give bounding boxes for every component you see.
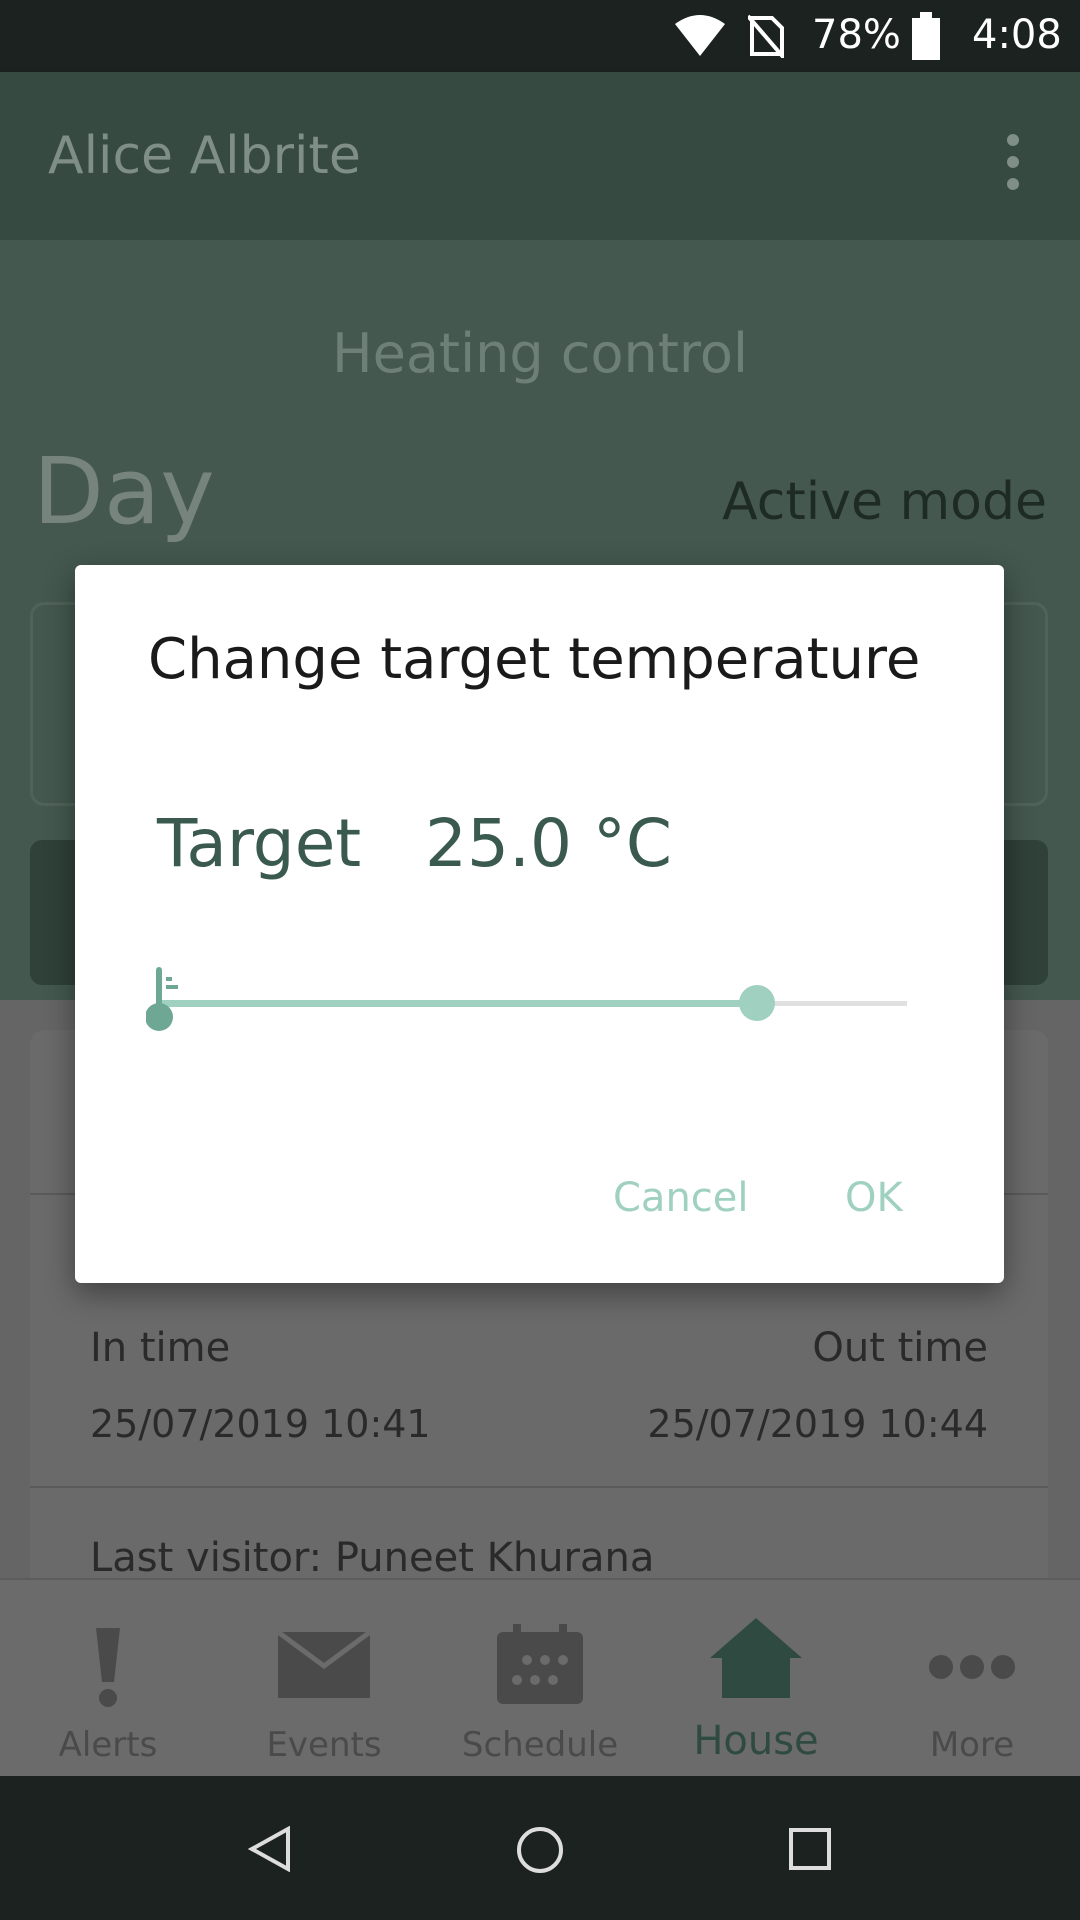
nav-label: House [693,1718,819,1764]
mode-name: Day [33,438,215,545]
app-bar: Alice Albrite [0,72,1080,240]
exclamation-icon [96,1628,120,1707]
target-value: 25.0 °C [425,805,673,882]
battery-percent: 78% [812,12,901,58]
ok-button[interactable]: OK [845,1175,903,1221]
overflow-menu-icon[interactable] [1003,132,1023,192]
nav-more[interactable]: More [864,1580,1080,1778]
battery-icon [912,12,940,60]
nav-events[interactable]: Events [216,1580,432,1778]
more-dots-icon [929,1655,1015,1679]
house-icon [710,1618,802,1698]
nav-label: Events [266,1725,382,1765]
out-time-label: Out time [812,1325,988,1371]
cancel-button[interactable]: Cancel [613,1175,749,1221]
slider-thumb[interactable] [739,985,776,1021]
status-bar: 78% 4:08 [0,0,1080,72]
envelope-icon [278,1632,370,1698]
mode-status: Active mode [722,472,1047,532]
nav-label: More [929,1725,1015,1765]
system-navigation-bar [0,1776,1080,1920]
out-time-value: 25/07/2019 10:44 [647,1402,988,1446]
dialog-title: Change target temperature [148,627,921,692]
change-temperature-dialog: Change target temperature Target 25.0 °C… [75,565,1004,1283]
no-sim-icon [748,14,784,58]
thermometer-icon [146,967,178,1031]
section-title: Heating control [332,322,748,385]
last-visitor: Last visitor: Puneet Khurana [90,1535,655,1581]
back-icon[interactable] [248,1826,292,1872]
in-time-value: 25/07/2019 10:41 [90,1402,431,1446]
nav-label: Schedule [461,1725,619,1765]
nav-schedule[interactable]: Schedule [432,1580,648,1778]
nav-alerts[interactable]: Alerts [0,1580,216,1778]
nav-house[interactable]: House [648,1580,864,1778]
calendar-icon [497,1624,583,1704]
target-label: Target [157,805,362,882]
recents-icon[interactable] [789,1828,831,1870]
in-time-label: In time [90,1325,231,1371]
app-title: Alice Albrite [48,126,361,186]
wifi-icon [675,15,725,56]
bottom-navigation: Alerts Events Schedule House More [0,1578,1080,1776]
temperature-slider[interactable] [146,965,907,1035]
slider-fill [158,1000,758,1007]
clock: 4:08 [972,12,1062,58]
home-icon[interactable] [516,1826,564,1874]
nav-label: Alerts [58,1725,158,1765]
